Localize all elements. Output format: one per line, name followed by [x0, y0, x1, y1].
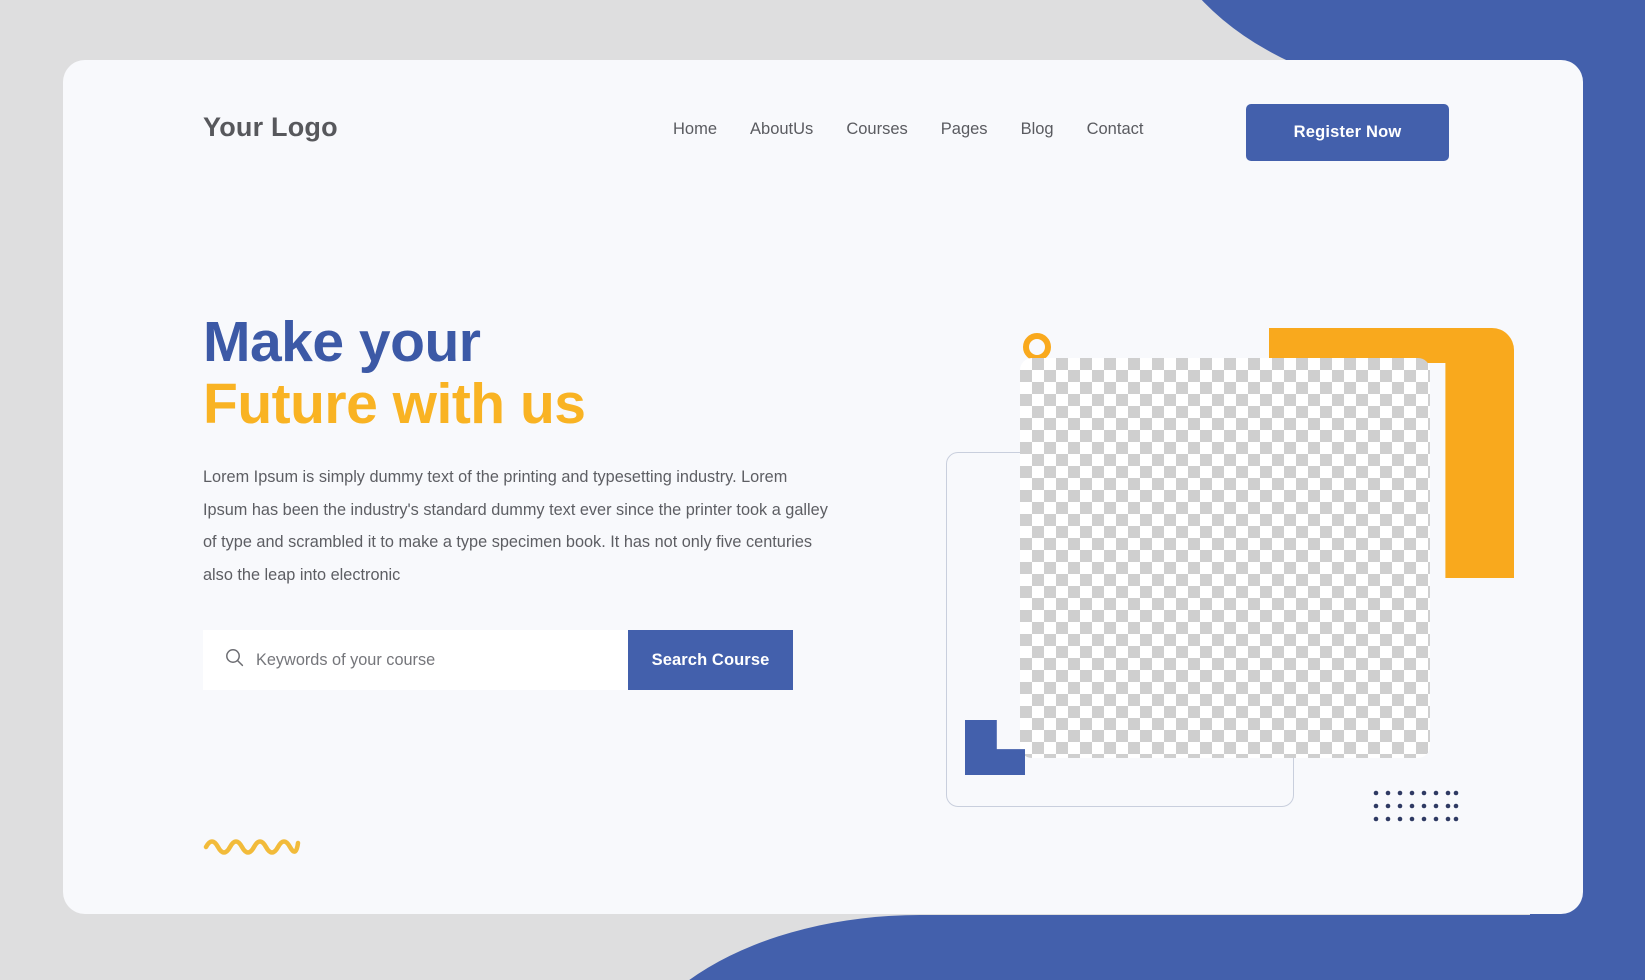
headline-line-2: Future with us [203, 371, 586, 436]
hero-paragraph: Lorem Ipsum is simply dummy text of the … [203, 468, 828, 584]
search-field-wrapper[interactable] [203, 630, 628, 690]
hero-artwork [923, 260, 1543, 880]
page-title: Make your Future with us [203, 310, 863, 436]
navy-dot-grid-decoration [1373, 790, 1459, 829]
hero-content: Make your Future with us Lorem Ipsum is … [203, 310, 863, 591]
nav-item-pages[interactable]: Pages [941, 120, 988, 139]
site-logo[interactable]: Your Logo [203, 112, 338, 143]
search-icon [225, 648, 244, 672]
main-navigation: Home AboutUs Courses Pages Blog Contact [673, 120, 1143, 139]
nav-item-aboutus[interactable]: AboutUs [750, 120, 813, 139]
hero-card: Your Logo Home AboutUs Courses Pages Blo… [63, 60, 1583, 914]
course-search-bar: Search Course [203, 630, 793, 690]
hero-placeholder-image [1020, 358, 1430, 758]
headline-line-1: Make your [203, 310, 481, 374]
nav-item-contact[interactable]: Contact [1087, 120, 1144, 139]
search-course-button[interactable]: Search Course [628, 630, 793, 690]
nav-item-blog[interactable]: Blog [1021, 120, 1054, 139]
background-shape-blue-bottom [620, 915, 1645, 980]
nav-item-courses[interactable]: Courses [846, 120, 907, 139]
site-header: Your Logo Home AboutUs Courses Pages Blo… [63, 60, 1583, 180]
blue-corner-bracket [965, 720, 1025, 775]
yellow-circle-outline-icon [1023, 333, 1051, 361]
yellow-wave-icon [203, 835, 301, 862]
search-input[interactable] [256, 650, 606, 670]
register-now-button[interactable]: Register Now [1246, 104, 1449, 161]
nav-item-home[interactable]: Home [673, 120, 717, 139]
